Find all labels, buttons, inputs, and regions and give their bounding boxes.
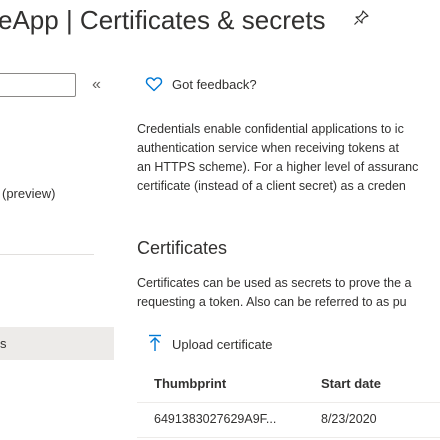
- table-cell-start-date: 8/23/2020: [321, 412, 377, 426]
- intro-line: Credentials enable confidential applicat…: [137, 122, 404, 136]
- description-line: requesting a token. Also can be referred…: [137, 295, 407, 309]
- sidebar-item-selected[interactable]: [0, 327, 114, 360]
- table-row-divider: [137, 437, 440, 438]
- column-header-start-date[interactable]: Start date: [321, 376, 381, 391]
- sidebar-divider: [0, 254, 94, 255]
- intro-paragraph: Credentials enable confidential applicat…: [137, 120, 418, 196]
- sidebar-search-input[interactable]: [0, 73, 76, 97]
- column-header-thumbprint[interactable]: Thumbprint: [154, 376, 226, 391]
- feedback-link[interactable]: Got feedback?: [172, 77, 257, 92]
- intro-line: authentication service when receiving to…: [137, 141, 399, 155]
- sidebar-item-certificates-secrets[interactable]: s: [0, 336, 7, 351]
- description-line: Certificates can be used as secrets to p…: [137, 276, 412, 290]
- upload-icon[interactable]: [148, 334, 162, 352]
- table-header-divider: [137, 402, 440, 403]
- intro-line: an HTTPS scheme). For a higher level of …: [137, 160, 419, 174]
- upload-certificate-button[interactable]: Upload certificate: [172, 337, 272, 352]
- heart-icon[interactable]: [145, 75, 163, 93]
- table-cell-thumbprint[interactable]: 6491383027629A9F...: [154, 412, 276, 426]
- page-title: eApp | Certificates & secrets: [0, 5, 326, 35]
- intro-line: certificate (instead of a client secret)…: [137, 179, 406, 193]
- sidebar-item-preview[interactable]: (preview): [2, 186, 55, 201]
- certificates-heading: Certificates: [137, 238, 228, 258]
- pin-icon[interactable]: [353, 10, 369, 26]
- certificates-description: Certificates can be used as secrets to p…: [137, 274, 411, 312]
- collapse-sidebar-button[interactable]: «: [92, 76, 101, 94]
